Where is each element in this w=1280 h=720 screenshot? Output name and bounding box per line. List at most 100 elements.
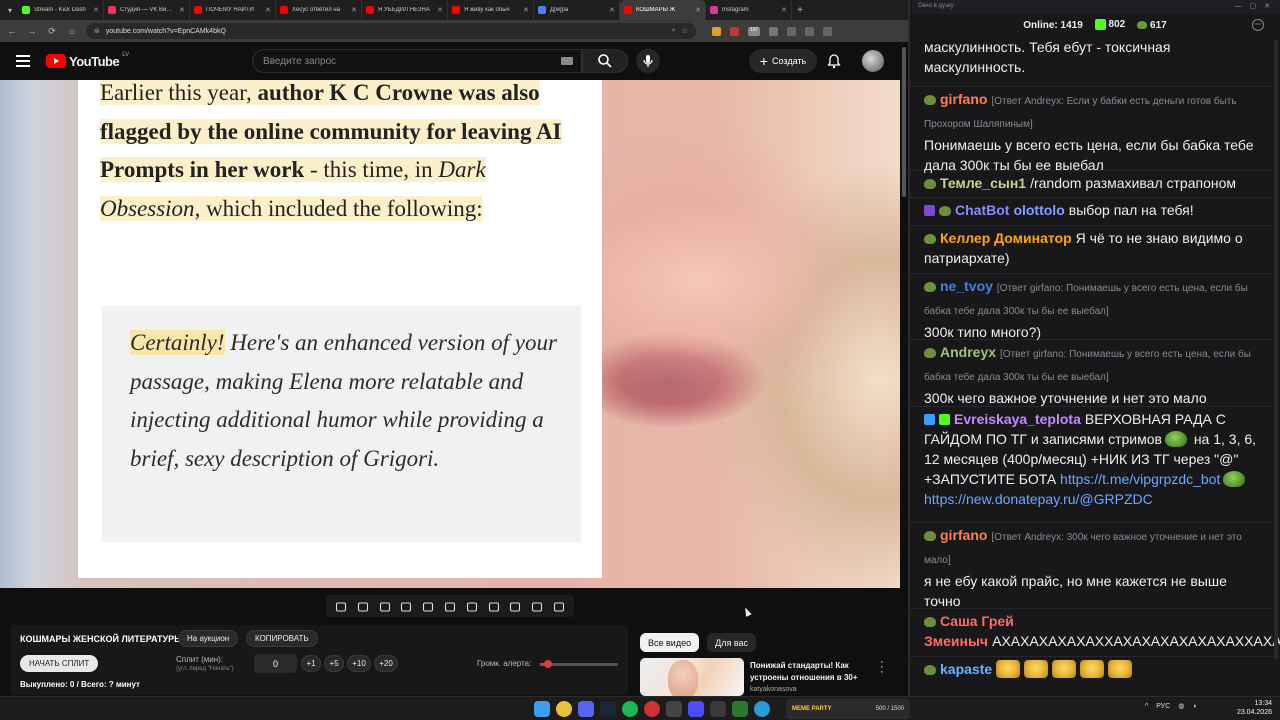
language-indicator[interactable]: РУС — [1156, 703, 1170, 710]
recommendation-title[interactable]: Понижай стандарты! Как устроены отношени… — [750, 660, 875, 684]
chat-window-controls[interactable]: —▢✕ — [1235, 2, 1278, 10]
meme-party-widget[interactable]: MEME PARTY 500 / 1500 — [786, 699, 910, 719]
recommendation-thumbnail[interactable] — [640, 658, 744, 696]
browser-tab[interactable]: Instagram ✕ — [706, 0, 792, 20]
volume-icon[interactable]: ◖ — [1192, 703, 1196, 710]
obs-icon[interactable] — [644, 701, 660, 717]
chat-link[interactable]: https://new.donatepay.ru/@GRPZDC — [924, 491, 1153, 507]
bookmark-star-icon[interactable]: ☆ — [682, 27, 688, 35]
browser-tab[interactable]: Д[м]ра ✕ — [534, 0, 620, 20]
picture-icon[interactable] — [488, 600, 500, 612]
network-icon[interactable]: ◍ — [1178, 702, 1184, 710]
browser-menu-icon[interactable] — [823, 26, 832, 36]
media-icon[interactable] — [688, 701, 704, 717]
auction-button[interactable]: На аукцион — [178, 630, 239, 647]
clip-icon[interactable] — [379, 600, 391, 612]
notifications-bell-icon[interactable] — [826, 53, 842, 69]
extension-icon[interactable] — [712, 26, 721, 36]
video-player[interactable]: Earlier this year, author K C Crowne was… — [0, 80, 900, 588]
camera-icon[interactable] — [509, 600, 521, 612]
download-icon[interactable] — [787, 26, 796, 36]
alert-volume-slider[interactable] — [540, 660, 618, 668]
tab-close-icon[interactable]: ✕ — [437, 6, 443, 14]
browser-tab[interactable]: Студия — VK Видео ✕ — [104, 0, 190, 20]
app-icon[interactable] — [732, 701, 748, 717]
chat-username[interactable]: kapaste — [940, 661, 992, 677]
speed-icon[interactable] — [466, 600, 478, 612]
tab-search-icon[interactable]: ▾ — [2, 0, 18, 20]
start-icon[interactable] — [534, 701, 550, 717]
back-icon[interactable]: ← — [6, 26, 18, 36]
steam-icon[interactable] — [600, 701, 616, 717]
spotify-icon[interactable] — [622, 701, 638, 717]
chat-scrollbar[interactable] — [1274, 40, 1278, 660]
create-button[interactable]: + Создать — [749, 49, 817, 73]
chat-username[interactable]: ChatBot — [955, 202, 1009, 218]
tab-close-icon[interactable]: ✕ — [265, 6, 271, 14]
chat-link[interactable]: https://t.me/vipgrpzdc_bot — [1060, 471, 1220, 487]
gamepad-icon[interactable] — [666, 701, 682, 717]
discord-icon[interactable] — [578, 701, 594, 717]
browser-tab[interactable]: Хесус ответил на ✕ — [276, 0, 362, 20]
forward-icon[interactable]: → — [26, 26, 38, 36]
chat-username[interactable]: girfano — [940, 91, 987, 107]
url-field[interactable]: ⊜ youtube.com/watch?v=EpnCAMk4bkQ ⌕ ☆ — [86, 23, 696, 39]
tab-close-icon[interactable]: ✕ — [781, 6, 787, 14]
telegram-icon[interactable] — [754, 701, 770, 717]
search-input[interactable]: Введите запрос — [252, 49, 582, 73]
keyboard-icon[interactable] — [561, 57, 573, 65]
increment-10-button[interactable]: +10 — [347, 655, 371, 672]
browser-tab[interactable]: Я УБЕДИЛ НЕЗНА ✕ — [362, 0, 448, 20]
tab-close-icon[interactable]: ✕ — [609, 6, 615, 14]
zoom-icon[interactable]: ⌕ — [672, 27, 676, 35]
split-minutes-input[interactable]: 0 — [254, 654, 297, 673]
start-split-button[interactable]: НАЧАТЬ СПЛИТ — [20, 655, 99, 672]
chat-username[interactable]: ne_tvoy — [940, 278, 993, 294]
browser-tab[interactable]: ПОЧЕМУ НАЙТИ ✕ — [190, 0, 276, 20]
extensions-puzzle-icon[interactable] — [769, 26, 778, 36]
extension-badge[interactable]: 197 — [748, 26, 760, 36]
chat-username[interactable]: Evreiskaya_teplota — [954, 411, 1081, 427]
extension-icon[interactable] — [730, 26, 739, 36]
chat-username[interactable]: Темле_сын1 — [940, 175, 1026, 191]
tab-close-icon[interactable]: ✕ — [695, 6, 701, 14]
search-button[interactable] — [582, 49, 628, 73]
tab-close-icon[interactable]: ✕ — [351, 6, 357, 14]
chat-username[interactable]: girfano — [940, 527, 987, 543]
scrollbar-thumb[interactable] — [902, 47, 906, 197]
tray-chevron-icon[interactable]: ^ — [1145, 703, 1148, 710]
browser-tab[interactable]: КОШМАРЫ Ж ✕ — [620, 0, 706, 20]
youtube-logo[interactable]: YouTube LV — [46, 52, 129, 69]
more-options-icon[interactable]: · · · — [880, 657, 886, 678]
settings-icon[interactable] — [553, 600, 565, 612]
chrome-icon[interactable] — [556, 701, 572, 717]
tab-close-icon[interactable]: ✕ — [523, 6, 529, 14]
browser-tab[interactable]: Stream - Kick Dash ✕ — [18, 0, 104, 20]
site-info-icon[interactable]: ⊜ — [94, 27, 100, 35]
chat-username[interactable]: Andreyx — [940, 344, 996, 360]
list-icon[interactable] — [444, 600, 456, 612]
copy-button[interactable]: КОПИРОВАТЬ — [246, 630, 318, 647]
audio-wave-icon[interactable] — [357, 600, 369, 612]
screen-icon[interactable] — [422, 600, 434, 612]
voice-search-button[interactable] — [636, 49, 660, 73]
increment-1-button[interactable]: +1 — [301, 655, 321, 672]
folder-icon[interactable] — [400, 600, 412, 612]
chip-for-you[interactable]: Для вас — [707, 633, 756, 652]
page-scrollbar[interactable] — [901, 42, 907, 694]
tab-close-icon[interactable]: ✕ — [179, 6, 185, 14]
app-icon[interactable] — [710, 701, 726, 717]
account-avatar[interactable] — [862, 50, 884, 72]
profile-icon[interactable] — [805, 26, 814, 36]
lab-icon[interactable] — [531, 600, 543, 612]
chat-username[interactable]: Келлер Доминатор — [940, 230, 1072, 246]
reload-icon[interactable]: ⟳ — [46, 26, 58, 37]
increment-20-button[interactable]: +20 — [374, 655, 398, 672]
tab-close-icon[interactable]: ✕ — [93, 6, 99, 14]
home-icon[interactable]: ⌂ — [66, 26, 78, 36]
increment-5-button[interactable]: +5 — [324, 655, 344, 672]
loop-icon[interactable] — [335, 600, 347, 612]
recommendation-channel[interactable]: katyakonasova — [750, 686, 797, 693]
browser-tab[interactable]: Я живу как обыч ✕ — [448, 0, 534, 20]
menu-icon[interactable] — [16, 55, 30, 67]
